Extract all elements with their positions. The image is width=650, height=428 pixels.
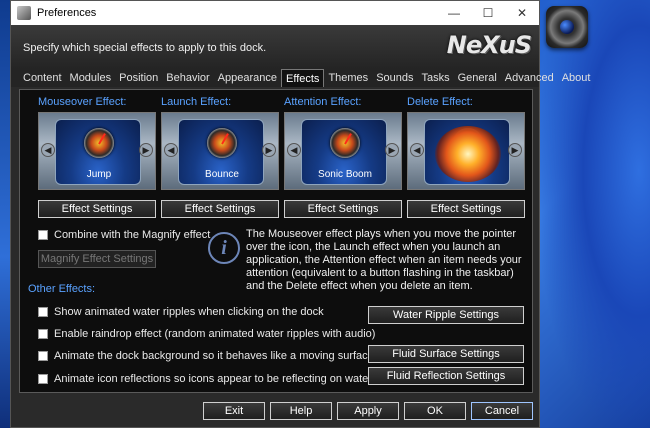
gauge-icon bbox=[84, 128, 114, 158]
tab-content[interactable]: Content bbox=[19, 69, 66, 87]
effect-stage: Jump bbox=[55, 119, 141, 185]
header-banner: Specify which special effects to apply t… bbox=[11, 25, 539, 69]
launch-effect-preview: Bounce ◀ ▶ bbox=[161, 112, 279, 190]
camera-app-icon[interactable] bbox=[546, 6, 588, 48]
delete-effect-preview: ◀ ▶ bbox=[407, 112, 525, 190]
mouseover-effect-caption: Jump bbox=[86, 169, 112, 180]
header-description: Specify which special effects to apply t… bbox=[23, 42, 267, 54]
tab-advanced[interactable]: Advanced bbox=[501, 69, 558, 87]
cancel-button[interactable]: Cancel bbox=[471, 402, 533, 420]
moving-surface-label: Animate the dock background so it behave… bbox=[54, 350, 374, 362]
arrow-right-icon[interactable]: ▶ bbox=[139, 143, 153, 157]
effect-stage: Sonic Boom bbox=[301, 119, 387, 185]
launch-effect-settings-button[interactable]: Effect Settings bbox=[161, 200, 279, 218]
raindrop-effect-checkbox[interactable] bbox=[38, 329, 48, 339]
tab-appearance[interactable]: Appearance bbox=[214, 69, 281, 87]
apply-button[interactable]: Apply bbox=[337, 402, 399, 420]
effects-info-text: The Mouseover effect plays when you move… bbox=[246, 228, 522, 292]
launch-effect-group: Launch Effect: Bounce ◀ ▶ bbox=[161, 96, 279, 190]
arrow-left-icon[interactable]: ◀ bbox=[164, 143, 178, 157]
desktop-wallpaper-swirl bbox=[540, 0, 650, 428]
raindrop-effect-label: Enable raindrop effect (random animated … bbox=[54, 328, 376, 340]
launch-effect-title: Launch Effect: bbox=[161, 96, 232, 108]
app-icon bbox=[17, 6, 31, 20]
icon-reflections-label: Animate icon reflections so icons appear… bbox=[54, 373, 372, 385]
delete-effect-group: Delete Effect: ◀ ▶ bbox=[407, 96, 525, 190]
tab-sounds[interactable]: Sounds bbox=[372, 69, 417, 87]
effect-stage: Bounce bbox=[178, 119, 264, 185]
tab-themes[interactable]: Themes bbox=[324, 69, 372, 87]
window-title: Preferences bbox=[37, 7, 97, 19]
effects-panel: Mouseover Effect: Jump ◀ ▶ Launch Effect… bbox=[19, 89, 533, 393]
tab-modules[interactable]: Modules bbox=[66, 69, 116, 87]
combine-magnify-checkbox[interactable] bbox=[38, 230, 48, 240]
arrow-left-icon[interactable]: ◀ bbox=[410, 143, 424, 157]
icon-reflections-option[interactable]: Animate icon reflections so icons appear… bbox=[38, 373, 372, 385]
arrow-right-icon[interactable]: ▶ bbox=[262, 143, 276, 157]
maximize-button[interactable]: ☐ bbox=[471, 1, 505, 25]
explosion-icon bbox=[435, 126, 501, 182]
tab-effects[interactable]: Effects bbox=[281, 69, 325, 87]
icon-reflections-checkbox[interactable] bbox=[38, 374, 48, 384]
mouseover-effect-title: Mouseover Effect: bbox=[38, 96, 127, 108]
fluid-reflection-settings-button[interactable]: Fluid Reflection Settings bbox=[368, 367, 524, 385]
gauge-icon bbox=[207, 128, 237, 158]
exit-button[interactable]: Exit bbox=[203, 402, 265, 420]
mouseover-effect-group: Mouseover Effect: Jump ◀ ▶ bbox=[38, 96, 156, 190]
ok-button[interactable]: OK bbox=[404, 402, 466, 420]
launch-effect-caption: Bounce bbox=[205, 169, 239, 180]
mouseover-effect-settings-button[interactable]: Effect Settings bbox=[38, 200, 156, 218]
tab-tasks[interactable]: Tasks bbox=[418, 69, 454, 87]
tab-behavior[interactable]: Behavior bbox=[162, 69, 213, 87]
attention-effect-title: Attention Effect: bbox=[284, 96, 362, 108]
moving-surface-option[interactable]: Animate the dock background so it behave… bbox=[38, 350, 374, 362]
arrow-left-icon[interactable]: ◀ bbox=[287, 143, 301, 157]
other-effects-title: Other Effects: bbox=[28, 283, 96, 295]
delete-effect-settings-button[interactable]: Effect Settings bbox=[407, 200, 525, 218]
close-button[interactable]: ✕ bbox=[505, 1, 539, 25]
tab-bar: Content Modules Position Behavior Appear… bbox=[11, 69, 590, 87]
attention-effect-caption: Sonic Boom bbox=[318, 169, 372, 180]
nexus-logo: NeXuS bbox=[446, 31, 532, 59]
water-ripples-label: Show animated water ripples when clickin… bbox=[54, 306, 324, 318]
combine-magnify-option[interactable]: Combine with the Magnify effect bbox=[38, 229, 210, 241]
minimize-button[interactable]: — bbox=[437, 1, 471, 25]
preferences-window: Preferences — ☐ ✕ Specify which special … bbox=[10, 0, 590, 428]
fluid-surface-settings-button[interactable]: Fluid Surface Settings bbox=[368, 345, 524, 363]
water-ripples-checkbox[interactable] bbox=[38, 307, 48, 317]
help-button[interactable]: Help bbox=[270, 402, 332, 420]
info-icon: i bbox=[208, 232, 240, 264]
moving-surface-checkbox[interactable] bbox=[38, 351, 48, 361]
delete-effect-title: Delete Effect: bbox=[407, 96, 473, 108]
title-bar: Preferences — ☐ ✕ bbox=[11, 1, 539, 25]
combine-magnify-label: Combine with the Magnify effect bbox=[54, 229, 211, 241]
water-ripples-option[interactable]: Show animated water ripples when clickin… bbox=[38, 306, 324, 318]
attention-effect-settings-button[interactable]: Effect Settings bbox=[284, 200, 402, 218]
attention-effect-preview: Sonic Boom ◀ ▶ bbox=[284, 112, 402, 190]
raindrop-effect-option[interactable]: Enable raindrop effect (random animated … bbox=[38, 328, 375, 340]
arrow-right-icon[interactable]: ▶ bbox=[385, 143, 399, 157]
magnify-effect-settings-button[interactable]: Magnify Effect Settings bbox=[38, 250, 156, 268]
arrow-right-icon[interactable]: ▶ bbox=[508, 143, 522, 157]
mouseover-effect-preview: Jump ◀ ▶ bbox=[38, 112, 156, 190]
attention-effect-group: Attention Effect: Sonic Boom ◀ ▶ bbox=[284, 96, 402, 190]
tab-general[interactable]: General bbox=[454, 69, 501, 87]
tab-position[interactable]: Position bbox=[115, 69, 162, 87]
arrow-left-icon[interactable]: ◀ bbox=[41, 143, 55, 157]
tab-about[interactable]: About bbox=[558, 69, 595, 87]
effect-stage bbox=[424, 119, 510, 185]
gauge-icon bbox=[330, 128, 360, 158]
water-ripple-settings-button[interactable]: Water Ripple Settings bbox=[368, 306, 524, 324]
